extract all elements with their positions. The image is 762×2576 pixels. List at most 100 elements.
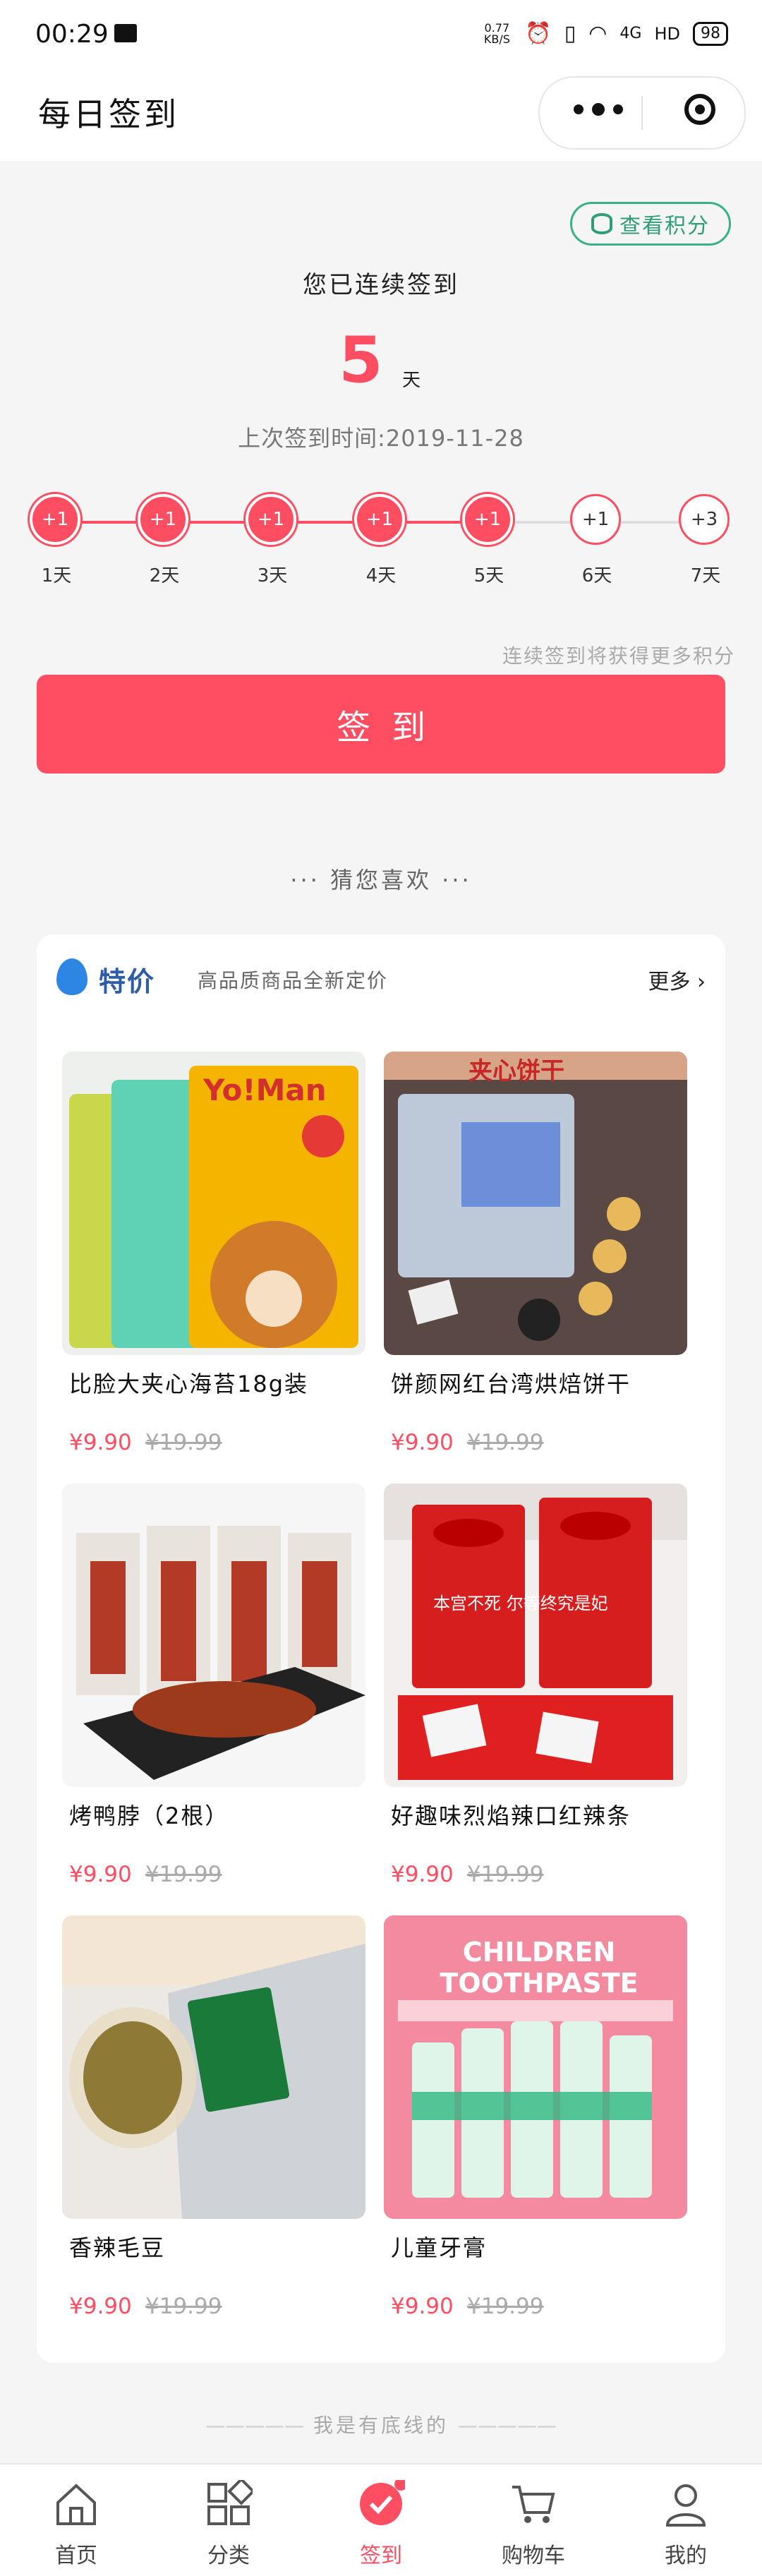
checkin-day-1: +1 1天	[30, 494, 83, 586]
checkin-day-2: +1 2天	[138, 494, 191, 586]
miniprogram-capsule	[538, 76, 746, 150]
checkin-timeline: +1 1天 +1 2天 +1 3天 +1 4天 +1 5天 +1 6天 +3 7…	[0, 494, 762, 593]
product-name: 香辣毛豆	[69, 2234, 166, 2261]
more-link[interactable]: 更多 ›	[648, 964, 706, 995]
product-original-price: ¥19.99	[467, 1862, 544, 1887]
day-points: +1	[246, 494, 296, 545]
page-title: 每日签到	[38, 95, 179, 133]
wifi-icon: ◠	[588, 21, 607, 46]
product-card[interactable]: CHILDREN TOOTHPASTE 儿童牙膏 ¥9.90 ¥19.99	[384, 1915, 687, 2339]
product-image-text: 夹心饼干	[468, 1057, 564, 1085]
day-points: +1	[354, 494, 405, 545]
product-card[interactable]: Yo!Man 比脸大夹心海苔18g装 ¥9.90 ¥19.99	[62, 1052, 365, 1475]
message-notification-icon	[114, 24, 137, 42]
product-original-price: ¥19.99	[145, 1862, 222, 1887]
day-points: +1	[462, 494, 513, 545]
flame-icon	[56, 958, 87, 995]
product-price: ¥9.90	[69, 1862, 132, 1887]
product-image: 夹心饼干	[384, 1052, 687, 1355]
chevron-right-icon: ›	[697, 970, 706, 994]
product-image-text: Yo!Man	[203, 1073, 327, 1107]
checkin-day-7: +3 7天	[679, 494, 732, 586]
product-card[interactable]: 本宫不死 尔等终究是妃 好趣味烈焰辣口红辣条 ¥9.90 ¥19.99	[384, 1483, 687, 1907]
day-label: 7天	[690, 565, 721, 586]
product-image: Yo!Man	[62, 1052, 365, 1355]
last-checkin-time: 上次签到时间:2019-11-28	[238, 425, 524, 452]
product-image-text: 本宫不死 尔等终究是妃	[433, 1594, 608, 1613]
checkin-day-5: +1 5天	[462, 494, 516, 586]
product-card[interactable]: 烤鸭脖（2根） ¥9.90 ¥19.99	[62, 1483, 365, 1907]
product-image	[62, 1483, 365, 1787]
tab-mine[interactable]: 我的	[610, 2464, 762, 2576]
user-icon	[665, 2484, 706, 2527]
deals-header: 特价 高品质商品全新定价 更多 ›	[56, 956, 706, 998]
day-points: +1	[30, 494, 80, 545]
day-label: 4天	[365, 565, 397, 586]
product-name: 儿童牙膏	[391, 2234, 488, 2261]
day-label: 6天	[581, 565, 612, 586]
product-image	[62, 1915, 365, 2219]
category-icon	[207, 2480, 253, 2525]
product-image-text: CHILDREN TOOTHPASTE	[440, 1937, 639, 1999]
product-image: 本宫不死 尔等终究是妃	[384, 1483, 687, 1787]
status-bar: 00:29 0.77 KB/S ⏰ ▯ ◠ 4G HD 98	[0, 0, 762, 71]
streak-hint: 连续签到将获得更多积分	[502, 644, 735, 668]
deals-card: 特价 高品质商品全新定价 更多 › Yo!Man 比脸大夹心海苔18g装 ¥9.…	[37, 934, 725, 2363]
net-speed: 0.77 KB/S	[483, 20, 510, 46]
product-original-price: ¥19.99	[145, 1430, 222, 1455]
product-price: ¥9.90	[69, 2294, 132, 2319]
tab-checkin[interactable]: 签到	[305, 2464, 457, 2576]
product-price: ¥9.90	[69, 1430, 132, 1455]
points-icon	[591, 213, 612, 234]
alarm-icon: ⏰	[525, 21, 552, 46]
checkin-day-6: +1 6天	[570, 494, 624, 586]
check-icon	[360, 2480, 405, 2525]
checkin-panel: 查看积分 您已连续签到 5 天 上次签到时间:2019-11-28 +1 1天 …	[0, 161, 762, 867]
streak-days: 5	[339, 323, 383, 397]
product-name: 比脸大夹心海苔18g装	[69, 1371, 309, 1397]
day-points: +1	[570, 494, 621, 545]
product-card[interactable]: 夹心饼干 饼颜网红台湾烘焙饼干 ¥9.90 ¥19.99	[384, 1052, 687, 1475]
status-time: 00:29	[35, 20, 109, 49]
view-points-label: 查看积分	[619, 214, 710, 239]
deals-subtitle: 高品质商品全新定价	[198, 969, 389, 992]
more-icon[interactable]	[574, 103, 623, 116]
checkin-day-3: +1 3天	[246, 494, 299, 586]
product-price: ¥9.90	[391, 2294, 454, 2319]
product-card[interactable]: 香辣毛豆 ¥9.90 ¥19.99	[62, 1915, 365, 2339]
day-label: 3天	[257, 565, 288, 586]
end-of-list-note: ————— 我是有底线的 —————	[205, 2414, 557, 2437]
product-price: ¥9.90	[391, 1430, 454, 1455]
product-name: 好趣味烈焰辣口红辣条	[391, 1802, 631, 1829]
tab-home[interactable]: 首页	[0, 2464, 152, 2576]
day-label: 5天	[473, 565, 504, 586]
product-price: ¥9.90	[391, 1862, 454, 1887]
day-points: +3	[679, 494, 730, 545]
product-image: CHILDREN TOOTHPASTE	[384, 1915, 687, 2219]
cart-icon	[512, 2486, 555, 2523]
product-original-price: ¥19.99	[467, 1430, 544, 1455]
sign-in-button[interactable]: 签到	[37, 675, 725, 774]
guess-you-like-title: 猜您喜欢	[0, 862, 762, 895]
tab-bar: 首页 分类 签到 购物车 我的	[0, 2463, 762, 2576]
close-miniprogram-icon[interactable]	[684, 94, 715, 125]
checkin-day-4: +1 4天	[354, 494, 408, 586]
network-type: 4G	[619, 25, 642, 42]
product-original-price: ¥19.99	[145, 2294, 222, 2319]
day-label: 2天	[149, 565, 180, 586]
tab-category[interactable]: 分类	[152, 2464, 305, 2576]
streak-unit: 天	[402, 370, 421, 391]
tab-cart[interactable]: 购物车	[457, 2464, 610, 2576]
product-name: 烤鸭脖（2根）	[69, 1802, 229, 1829]
battery-icon: 98	[693, 21, 728, 46]
product-original-price: ¥19.99	[467, 2294, 544, 2319]
status-icons: 0.77 KB/S ⏰ ▯ ◠ 4G HD 98	[481, 21, 728, 46]
hd-icon: HD	[654, 23, 680, 44]
home-icon	[56, 2484, 96, 2525]
deals-title: 特价	[99, 966, 156, 997]
day-points: +1	[138, 494, 188, 545]
product-name: 饼颜网红台湾烘焙饼干	[391, 1371, 631, 1397]
day-label: 1天	[41, 565, 72, 586]
vibrate-icon: ▯	[564, 21, 576, 46]
view-points-button[interactable]: 查看积分	[570, 202, 731, 246]
